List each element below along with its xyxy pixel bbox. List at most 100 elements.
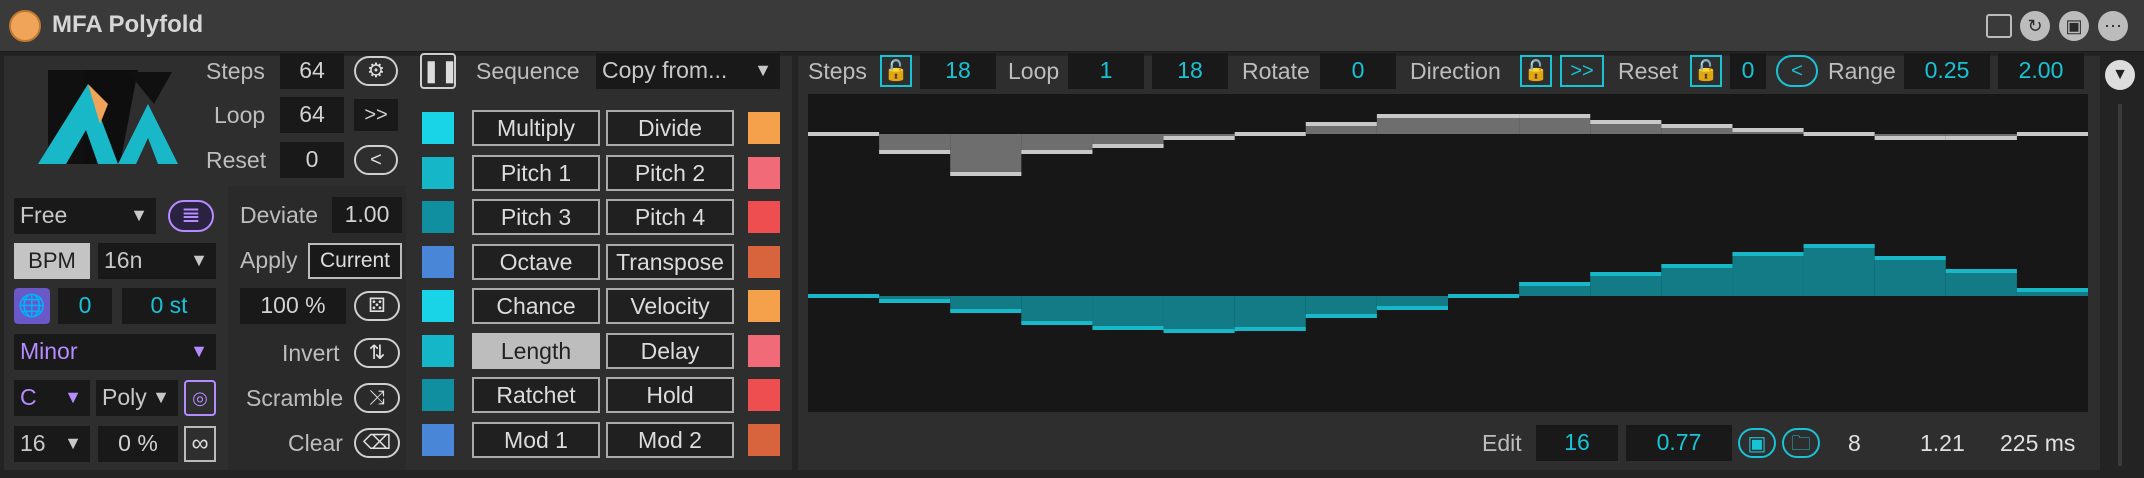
scrollbar[interactable] [2118, 104, 2122, 466]
range-min[interactable]: 0.25 [1904, 53, 1990, 89]
tune-semitones[interactable]: 0 st [122, 288, 216, 324]
lane-button-pitch4[interactable]: Pitch 4 [606, 199, 734, 235]
refresh-icon[interactable]: ↻ [2020, 11, 2050, 41]
random-button[interactable]: ⚄ [354, 291, 400, 321]
copy-from-select[interactable]: Copy from... ▼ [596, 53, 780, 89]
probability-value[interactable]: 100 % [240, 288, 346, 324]
lane-color-transpose[interactable] [748, 245, 780, 278]
poly-select[interactable]: Poly ▼ [96, 380, 178, 416]
lane-color-pitch1[interactable] [422, 156, 454, 189]
param-row: Mod 1 Mod 2 [420, 421, 780, 462]
collapse-button[interactable]: ▼ [2100, 56, 2140, 96]
lane-color-pitch2[interactable] [748, 156, 780, 189]
lane-steps-value[interactable]: 18 [920, 53, 996, 89]
lane-button-transpose[interactable]: Transpose [606, 243, 734, 280]
direction-button[interactable]: >> [1560, 55, 1604, 87]
param-row: Octave Transpose [420, 243, 780, 284]
edit-step[interactable]: 16 [1536, 425, 1618, 461]
lane-color-pitch3[interactable] [422, 201, 454, 233]
tune-value[interactable]: 0 [58, 288, 112, 324]
apply-label: Apply [240, 247, 298, 273]
lane-button-delay[interactable]: Delay [606, 332, 734, 369]
lane-color-length[interactable] [422, 334, 454, 367]
lane-button-octave[interactable]: Octave [472, 243, 600, 280]
deviate-label: Deviate [240, 202, 318, 228]
lane-color-octave[interactable] [422, 245, 454, 278]
lane-color-divide[interactable] [748, 112, 780, 144]
lane-button-pitch2[interactable]: Pitch 2 [606, 154, 734, 191]
lock-icon: 🔓 [883, 60, 909, 82]
reset-direction-button[interactable]: < [1776, 55, 1818, 87]
deviate-value[interactable]: 1.00 [332, 197, 402, 233]
lane-color-chance[interactable] [422, 290, 454, 322]
rate-select[interactable]: 16n ▼ [98, 243, 216, 279]
save-preset-icon[interactable]: ▣ [2059, 11, 2089, 41]
param-rows: Multiply Divide Pitch 1 Pitch 2 Pitch 3 … [420, 110, 780, 464]
scramble-button[interactable]: ⤨ [354, 383, 400, 413]
stat-time: 225 ms [2000, 430, 2076, 456]
steps-lock-button[interactable]: 🔓 [880, 55, 912, 87]
lane-button-pitch1[interactable]: Pitch 1 [472, 154, 600, 191]
reset-lock-button[interactable]: 🔓 [1690, 55, 1722, 87]
back-button[interactable]: < [354, 145, 398, 175]
folder-icon: 🗀 [1791, 433, 1811, 455]
infinity-button[interactable]: ∞ [184, 426, 216, 462]
bpm-toggle[interactable]: BPM [14, 243, 90, 279]
range-max[interactable]: 2.00 [1998, 53, 2084, 89]
bottom-lane-step-fill [1590, 274, 1662, 296]
lane-button-multiply[interactable]: Multiply [472, 110, 600, 146]
more-icon[interactable]: ⋯ [2098, 11, 2128, 41]
keyboard-button[interactable]: 𝌆 [168, 200, 214, 232]
lane-color-mod1[interactable] [422, 423, 454, 456]
lane-button-ratchet[interactable]: Ratchet [472, 377, 600, 413]
edit-value[interactable]: 0.77 [1626, 425, 1732, 461]
lane-button-mod2[interactable]: Mod 2 [606, 421, 734, 458]
sync-mode-select[interactable]: Free ▼ [14, 198, 156, 234]
lane-button-velocity[interactable]: Velocity [606, 288, 734, 324]
lane-color-mod2[interactable] [748, 423, 780, 456]
hot-swap-icon[interactable] [1986, 14, 2012, 38]
lane-reset-value[interactable]: 0 [1730, 53, 1766, 89]
lane-button-length[interactable]: Length [472, 332, 600, 369]
lane-color-hold[interactable] [748, 379, 780, 411]
param-row: Chance Velocity [420, 288, 780, 328]
device-activator[interactable] [9, 10, 41, 42]
forward-button[interactable]: >> [354, 99, 398, 131]
percent-value[interactable]: 0 % [98, 426, 178, 462]
globe-icon: 🌐 [18, 293, 46, 318]
lane-loop-end[interactable]: 18 [1152, 53, 1228, 89]
globe-button[interactable]: 🌐 [14, 288, 50, 324]
pause-button[interactable]: ❚❚ [420, 53, 459, 89]
lane-color-velocity[interactable] [748, 290, 780, 322]
save-button[interactable]: ▣ [1738, 428, 1776, 458]
open-folder-button[interactable]: 🗀 [1782, 428, 1820, 458]
lane-color-delay[interactable] [748, 334, 780, 367]
lane-button-mod1[interactable]: Mod 1 [472, 421, 600, 458]
root-select[interactable]: C ▼ [14, 380, 90, 416]
lane-graph[interactable] [808, 94, 2088, 412]
lane-button-divide[interactable]: Divide [606, 110, 734, 146]
bottom-lane-step-fill [1661, 266, 1733, 296]
lane-loop-start[interactable]: 1 [1068, 53, 1144, 89]
bottom-lane-step-fill [1732, 254, 1804, 296]
reset-value[interactable]: 0 [280, 142, 344, 178]
title-bar: MFA Polyfold ↻ ▣ ⋯ [0, 0, 2144, 52]
scale-select[interactable]: Minor ▼ [14, 334, 216, 370]
apply-select[interactable]: Current [308, 243, 402, 279]
piano-icon: 𝌆 [182, 205, 200, 227]
direction-lock-button[interactable]: 🔓 [1520, 55, 1552, 87]
lane-button-chance[interactable]: Chance [472, 288, 600, 324]
key-button[interactable]: ⚙ [354, 56, 398, 86]
lane-color-multiply[interactable] [422, 112, 454, 144]
lane-button-hold[interactable]: Hold [606, 377, 734, 413]
steps-value[interactable]: 64 [280, 53, 344, 89]
lane-color-ratchet[interactable] [422, 379, 454, 411]
lane-button-pitch3[interactable]: Pitch 3 [472, 199, 600, 235]
drum-button[interactable]: ◎ [184, 380, 216, 416]
rotate-value[interactable]: 0 [1320, 53, 1396, 89]
lane-color-pitch4[interactable] [748, 201, 780, 233]
loop-value[interactable]: 64 [280, 97, 344, 133]
clear-button[interactable]: ⌫ [354, 428, 400, 458]
invert-button[interactable]: ⇅ [354, 338, 400, 368]
divisions-select[interactable]: 16 ▼ [14, 426, 90, 462]
